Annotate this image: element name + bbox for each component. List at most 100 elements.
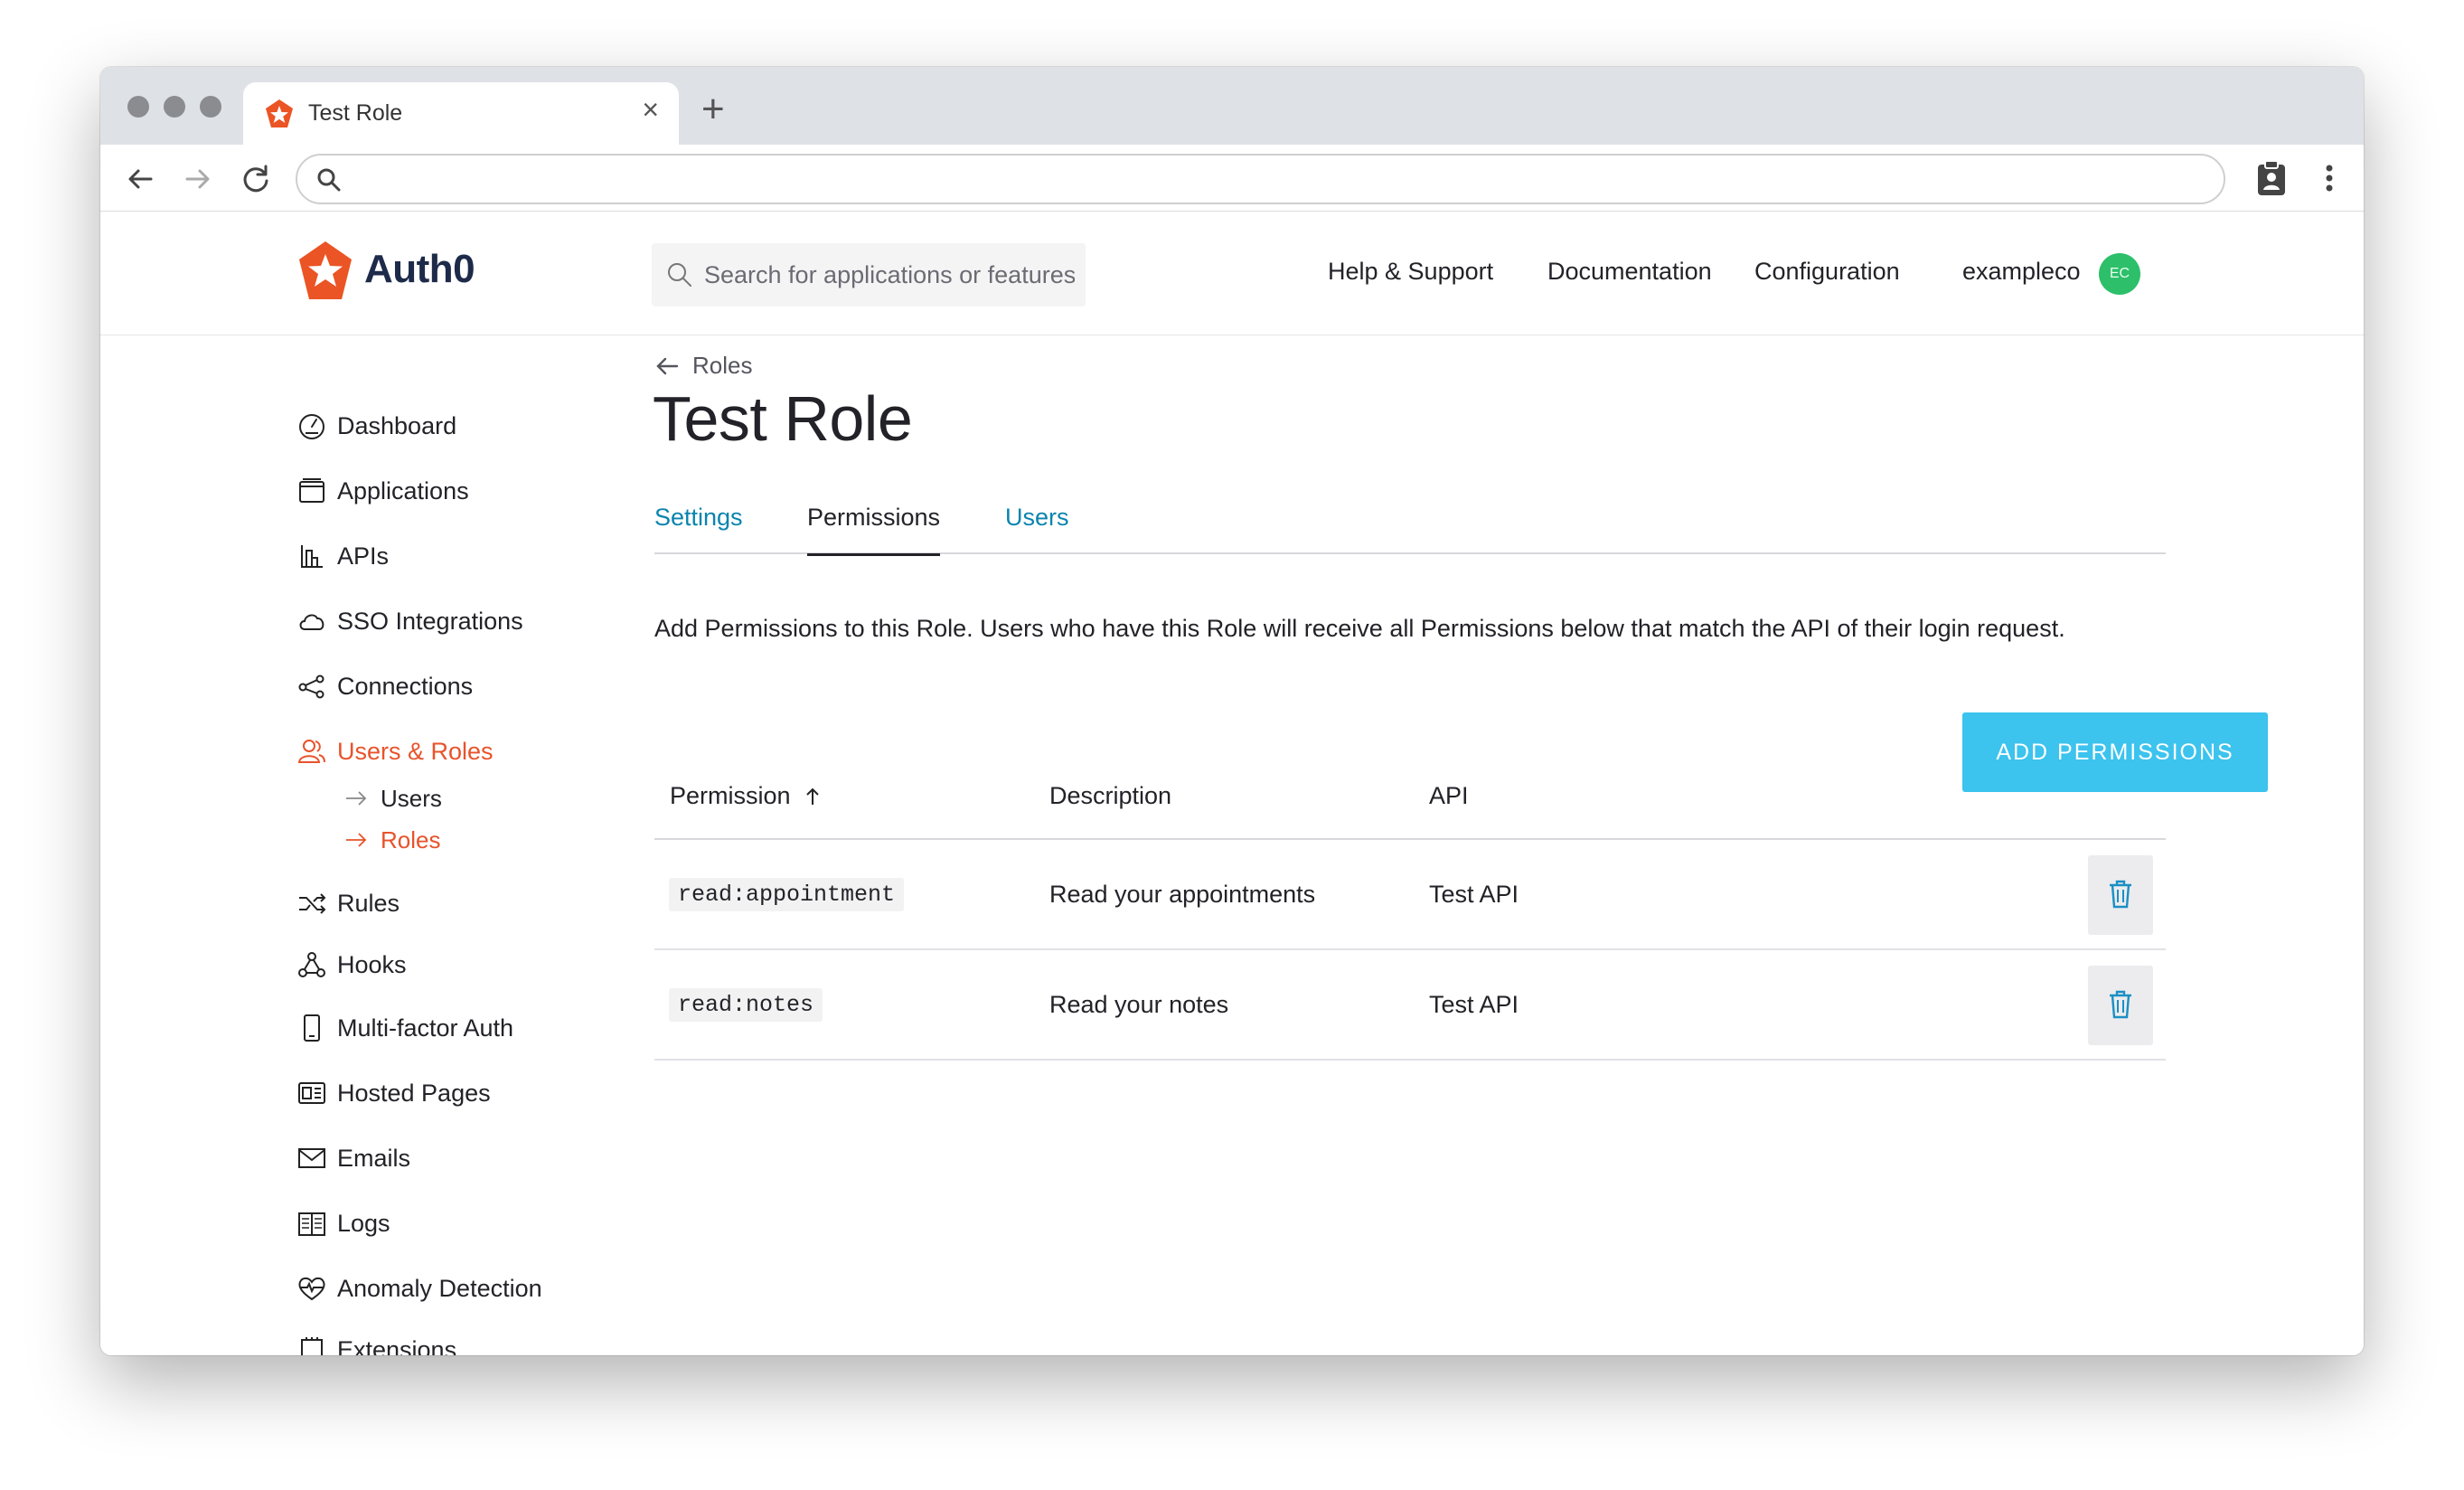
- sidebar-subitem-users[interactable]: Users: [344, 782, 442, 815]
- tab-bar: Test Role × +: [100, 67, 2364, 146]
- tab-settings[interactable]: Settings: [654, 504, 743, 553]
- reload-icon[interactable]: [238, 161, 274, 197]
- table-row: read:appointment Read your appointments …: [654, 840, 2166, 950]
- browser-window: Test Role × + Auth0 Search for applicati…: [100, 67, 2364, 1355]
- column-label: Permission: [670, 782, 791, 809]
- intro-text: Add Permissions to this Role. Users who …: [654, 615, 2065, 642]
- avatar[interactable]: EC: [2099, 253, 2140, 295]
- column-header-permission[interactable]: Permission: [670, 782, 822, 810]
- sidebar-item-multi-factor-auth[interactable]: Multi-factor Auth: [297, 1010, 513, 1046]
- users-icon: [297, 740, 325, 763]
- window-minimize-dot[interactable]: [164, 96, 185, 118]
- logo-text: Auth0: [364, 247, 475, 291]
- search-icon: [317, 168, 341, 192]
- sidebar-item-label: Hosted Pages: [337, 1079, 491, 1107]
- window-close-dot[interactable]: [127, 96, 149, 118]
- sidebar-item-apis[interactable]: APIs: [297, 538, 389, 574]
- sidebar-item-label: Rules: [337, 889, 400, 917]
- tab-permissions[interactable]: Permissions: [807, 504, 941, 556]
- sort-ascending-icon: [805, 787, 819, 805]
- back-icon[interactable]: [122, 161, 158, 197]
- tab-title: Test Role: [308, 100, 403, 126]
- sidebar-item-sso-integrations[interactable]: SSO Integrations: [297, 603, 523, 639]
- cloud-icon: [299, 614, 324, 630]
- mail-icon: [298, 1148, 325, 1168]
- sidebar-item-label: Anomaly Detection: [337, 1274, 542, 1302]
- page-content: Auth0 Help & Support Documentation Confi…: [100, 212, 2364, 1355]
- documentation-link[interactable]: Documentation: [1547, 258, 1712, 286]
- sidebar-item-label: Multi-factor Auth: [337, 1014, 514, 1042]
- breadcrumb[interactable]: Roles: [654, 352, 752, 380]
- column-label: API: [1429, 782, 1469, 809]
- sidebar-item-label: Extensions: [337, 1335, 457, 1356]
- table-row: read:notes Read your notes Test API: [654, 950, 2166, 1061]
- permission-code: read:notes: [669, 988, 823, 1022]
- permission-api: Test API: [1429, 881, 1519, 908]
- permission-api: Test API: [1429, 991, 1519, 1018]
- browser-tab[interactable]: Test Role ×: [243, 82, 679, 146]
- sidebar-item-label: SSO Integrations: [337, 607, 523, 635]
- sidebar-item-applications[interactable]: Applications: [297, 473, 469, 509]
- sidebar-item-label: Applications: [337, 476, 469, 505]
- sidebar-item-users-roles[interactable]: Users & Roles: [297, 733, 494, 769]
- sidebar-subitem-roles[interactable]: Roles: [344, 824, 440, 856]
- sidebar-item-emails[interactable]: Emails: [297, 1140, 410, 1176]
- sidebar-item-rules[interactable]: Rules: [297, 885, 400, 921]
- tab-close-icon[interactable]: ×: [642, 95, 659, 124]
- permission-description: Read your notes: [1049, 991, 1229, 1018]
- hooks-icon: [298, 952, 325, 977]
- menu-kebab-icon[interactable]: [2311, 157, 2347, 199]
- tenant-name[interactable]: exampleco: [1962, 258, 2081, 286]
- sidebar-item-label: Users & Roles: [337, 737, 494, 765]
- trash-icon: [2110, 990, 2131, 1018]
- delete-permission-button[interactable]: [2088, 966, 2153, 1045]
- sidebar-item-label: APIs: [337, 542, 390, 570]
- arrow-left-icon: [656, 357, 679, 374]
- rules-icon: [299, 893, 326, 914]
- sidebar-item-logs[interactable]: Logs: [297, 1205, 390, 1241]
- apis-icon: [301, 545, 323, 568]
- add-permissions-button[interactable]: ADD PERMISSIONS: [1962, 712, 2268, 792]
- sidebar-item-label: Connections: [337, 672, 474, 700]
- phone-icon: [304, 1014, 320, 1042]
- connections-icon: [298, 674, 324, 699]
- trash-icon: [2110, 880, 2131, 908]
- column-header-description: Description: [1049, 782, 1171, 810]
- sidebar-item-label: Dashboard: [337, 411, 457, 439]
- sidebar-subitem-label: Users: [381, 784, 442, 812]
- permission-code: read:appointment: [669, 878, 905, 911]
- sidebar-item-dashboard[interactable]: Dashboard: [297, 408, 456, 444]
- address-bar[interactable]: [296, 154, 2225, 204]
- column-label: Description: [1049, 782, 1172, 809]
- column-header-api: API: [1429, 782, 1469, 810]
- clipboard-icon[interactable]: [2253, 157, 2290, 199]
- help-support-link[interactable]: Help & Support: [1328, 258, 1493, 286]
- breadcrumb-label: Roles: [692, 352, 753, 379]
- auth0-favicon-icon: [266, 99, 293, 127]
- applications-icon: [299, 478, 324, 503]
- sidebar-item-connections[interactable]: Connections: [297, 668, 473, 704]
- logs-icon: [298, 1212, 325, 1236]
- permission-description: Read your appointments: [1049, 881, 1316, 908]
- delete-permission-button[interactable]: [2088, 855, 2153, 935]
- configuration-link[interactable]: Configuration: [1754, 258, 1900, 286]
- sidebar-item-label: Logs: [337, 1209, 390, 1237]
- dashboard-icon: [299, 414, 324, 439]
- window-maximize-dot[interactable]: [200, 96, 221, 118]
- sidebar-subitem-label: Roles: [381, 825, 441, 853]
- sidebar-item-label: Hooks: [337, 950, 407, 978]
- sidebar-item-label: Emails: [337, 1144, 411, 1172]
- tab-users[interactable]: Users: [1005, 504, 1069, 553]
- sidebar-item-extensions[interactable]: Extensions: [297, 1332, 456, 1355]
- global-search[interactable]: [652, 243, 1086, 306]
- app-header: Auth0 Help & Support Documentation Confi…: [100, 212, 2364, 335]
- search-input[interactable]: [704, 243, 1075, 306]
- sidebar-item-hosted-pages[interactable]: Hosted Pages: [297, 1075, 491, 1111]
- sidebar-item-hooks[interactable]: Hooks: [297, 947, 407, 983]
- forward-icon[interactable]: [180, 161, 216, 197]
- new-tab-icon[interactable]: +: [701, 90, 725, 129]
- sidebar-item-anomaly-detection[interactable]: Anomaly Detection: [297, 1270, 542, 1306]
- arrow-right-icon: [346, 791, 367, 806]
- auth0-logo-icon[interactable]: [297, 240, 353, 303]
- browser-toolbar: [100, 145, 2364, 212]
